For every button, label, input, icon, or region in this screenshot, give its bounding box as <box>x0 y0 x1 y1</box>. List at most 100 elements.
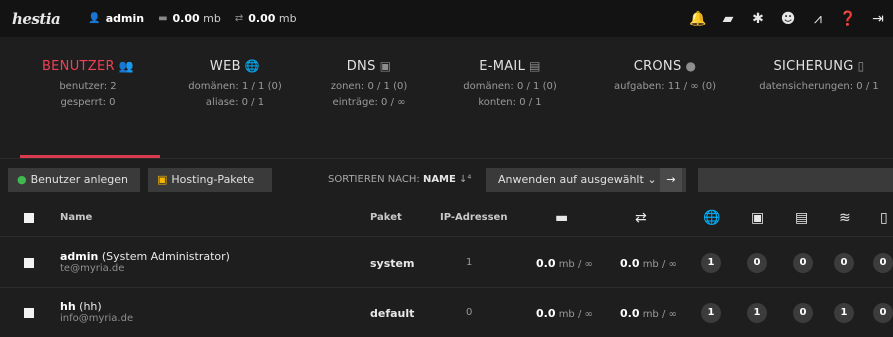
package-value: default <box>370 307 415 320</box>
stats-overview: BENUTZER 👥 benutzer: 2 gesperrt: 0 WEB 🌐 d… <box>0 59 893 159</box>
bandwidth-usage-rest: mb / ∞ <box>642 259 677 270</box>
folder-icon[interactable]: ▰ <box>713 11 743 27</box>
plus-circle-icon: ● <box>17 173 27 186</box>
stat-web-line-2: aliase: 0 / 1 <box>205 97 265 108</box>
col-ip[interactable]: IP-Adressen <box>440 200 507 236</box>
table-header: Name Paket IP-Adressen ▬ ⇄ 🌐 ▣ ▤ ≋ ▯ <box>0 200 893 237</box>
stat-email[interactable]: E-MAIL ▤ domänen: 0 / 1 (0) konten: 0 / 1 <box>440 59 580 111</box>
stat-dns-line-2: einträge: 0 / ∞ <box>332 97 406 108</box>
clock-icon: ● <box>685 59 697 73</box>
mail-count-badge: 0 <box>793 253 813 273</box>
search-input[interactable] <box>698 168 893 192</box>
hestia-logo[interactable]: hestia <box>12 10 61 28</box>
user-email: info@myria.de <box>60 313 134 324</box>
sort-label: SORTIEREN NACH: <box>328 174 420 185</box>
package-value: system <box>370 257 415 270</box>
bandwidth-usage: 0.0 mb / ∞ <box>620 307 677 320</box>
stat-benutzer-line-1: benutzer: 2 <box>59 81 117 92</box>
chart-icon[interactable]: ⩘ <box>803 11 833 27</box>
chevron-down-icon: ⌄ <box>647 173 657 186</box>
table-row[interactable]: hh (hh) info@myria.de default 0 0.0 mb /… <box>0 290 893 337</box>
stat-email-line-1: domänen: 0 / 1 (0) <box>463 81 557 92</box>
logout-icon[interactable]: ⇥ <box>863 11 893 27</box>
sort-order-icon: ↓⁴ <box>459 174 472 185</box>
list-toolbar: ● Benutzer anlegen ▣ Hosting-Pakete SORTIE… <box>0 168 893 192</box>
hosting-packages-label: Hosting-Pakete <box>171 173 255 186</box>
row-checkbox[interactable] <box>24 258 34 268</box>
disk-usage-rest: mb / ∞ <box>558 259 593 270</box>
users-icon: 👥 <box>118 59 135 73</box>
gear-icon[interactable]: ✱ <box>743 11 773 27</box>
db-count-badge: 1 <box>834 303 854 323</box>
stat-web-title: WEB <box>209 59 241 74</box>
topbar-disk-unit: mb <box>203 12 221 25</box>
bulk-action-select[interactable]: Anwenden auf ausgewählt ⌄ → <box>486 168 686 192</box>
user-cell[interactable]: admin (System Administrator) te@myria.de <box>60 250 230 274</box>
stat-benutzer-line-2: gesperrt: 0 <box>60 97 116 108</box>
user-email: te@myria.de <box>60 263 125 274</box>
package-icon: ▣ <box>157 173 168 186</box>
stat-crons[interactable]: CRONS ● aufgaben: 11 / ∞ (0) <box>590 59 740 95</box>
stat-sicherung[interactable]: SICHERUNG ▯ datensicherungen: 0 / 1 <box>745 59 893 95</box>
top-navbar: hestia 👤 admin ▬ 0.00 mb ⇄ 0.00 mb 🔔 ▰ ✱… <box>0 0 893 37</box>
globe-icon: 🌐 <box>244 59 261 73</box>
bandwidth-usage-value: 0.0 <box>620 257 640 270</box>
stat-sicherung-title: SICHERUNG <box>773 59 854 74</box>
stat-sicherung-line-1: datensicherungen: 0 / 1 <box>759 81 879 92</box>
hdd-icon: ▬ <box>158 13 168 24</box>
ip-count: 1 <box>466 257 473 268</box>
add-user-label: Benutzer anlegen <box>30 173 128 186</box>
web-count-badge: 1 <box>701 303 721 323</box>
disk-usage: 0.0 mb / ∞ <box>536 307 593 320</box>
select-all-checkbox[interactable] <box>24 213 34 223</box>
dns-icon: ▣ <box>379 59 392 73</box>
col-name[interactable]: Name <box>60 200 92 236</box>
user-icon: 👤 <box>88 13 101 24</box>
db-count-badge: 0 <box>834 253 854 273</box>
bulk-action-label: Anwenden auf ausgewählt <box>498 173 644 186</box>
stat-crons-line-1: aufgaben: 11 / ∞ (0) <box>614 81 716 92</box>
bandwidth-usage-value: 0.0 <box>620 307 640 320</box>
username[interactable]: admin <box>60 250 98 263</box>
stat-benutzer[interactable]: BENUTZER 👥 benutzer: 2 gesperrt: 0 <box>18 59 158 111</box>
topbar-disk: ▬ 0.00 mb <box>158 12 221 25</box>
table-row[interactable]: admin (System Administrator) te@myria.de… <box>0 240 893 288</box>
user-fullname: (System Administrator) <box>101 250 230 263</box>
sort-value: NAME <box>422 174 456 185</box>
stat-web[interactable]: WEB 🌐 domänen: 1 / 1 (0) aliase: 0 / 1 <box>165 59 305 111</box>
user-cell[interactable]: hh (hh) info@myria.de <box>60 300 133 324</box>
user-circle-icon[interactable]: ☻ <box>773 11 803 27</box>
apply-arrow-icon[interactable]: → <box>660 168 682 192</box>
row-checkbox[interactable] <box>24 308 34 318</box>
col-package[interactable]: Paket <box>370 200 402 236</box>
user-fullname: (hh) <box>79 300 102 313</box>
stat-benutzer-title: BENUTZER <box>41 59 115 74</box>
help-icon[interactable]: ❓ <box>833 11 863 27</box>
sort-control[interactable]: SORTIEREN NACH: NAME ↓⁴ <box>328 168 471 192</box>
topbar-bandwidth-value: 0.00 <box>248 12 276 25</box>
stat-web-line-1: domänen: 1 / 1 (0) <box>188 81 282 92</box>
bell-icon[interactable]: 🔔 <box>683 11 713 27</box>
stat-email-title: E-MAIL <box>479 59 526 74</box>
hosting-packages-button[interactable]: ▣ Hosting-Pakete <box>148 168 272 192</box>
disk-usage: 0.0 mb / ∞ <box>536 257 593 270</box>
add-user-button[interactable]: ● Benutzer anlegen <box>8 168 140 192</box>
stat-email-line-2: konten: 0 / 1 <box>478 97 542 108</box>
ip-count: 0 <box>466 307 473 318</box>
bandwidth-usage-rest: mb / ∞ <box>642 309 677 320</box>
topbar-disk-value: 0.00 <box>172 12 200 25</box>
dns-count-badge: 0 <box>747 253 767 273</box>
web-column-icon: 🌐 <box>703 210 721 226</box>
topbar-bandwidth: ⇄ 0.00 mb <box>235 12 297 25</box>
mail-server-icon: ▤ <box>529 59 541 73</box>
username[interactable]: hh <box>60 300 76 313</box>
topbar-user[interactable]: 👤 admin <box>88 12 144 25</box>
stat-dns-line-1: zonen: 0 / 1 (0) <box>330 81 408 92</box>
stat-crons-title: CRONS <box>633 59 682 74</box>
disk-usage-value: 0.0 <box>536 307 556 320</box>
backup-count-badge: 0 <box>873 303 893 323</box>
database-column-icon: ≋ <box>839 210 851 226</box>
stat-dns[interactable]: DNS ▣ zonen: 0 / 1 (0) einträge: 0 / ∞ <box>304 59 434 111</box>
backup-column-icon: ▯ <box>880 210 888 226</box>
file-icon: ▯ <box>857 59 865 73</box>
